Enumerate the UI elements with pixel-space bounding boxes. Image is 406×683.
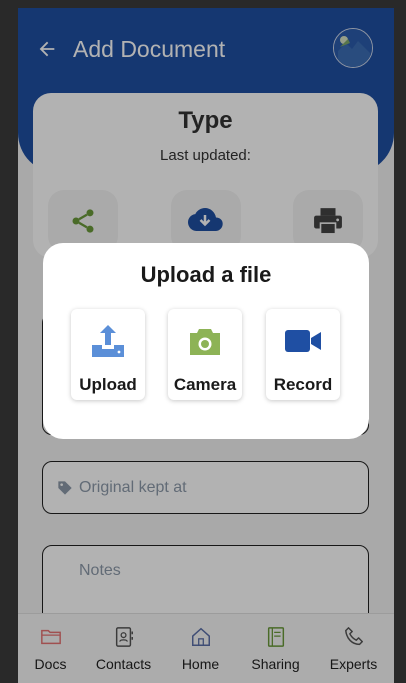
camera-option-label: Camera — [173, 375, 237, 394]
record-option-button[interactable]: Record — [266, 309, 340, 400]
upload-option-label: Upload — [79, 375, 137, 394]
camera-icon — [190, 329, 220, 355]
upload-icon — [92, 325, 124, 357]
dialog-title: Upload a file — [140, 262, 272, 287]
video-camera-icon — [285, 330, 321, 352]
upload-file-dialog: Upload a file Upload Camera Record — [43, 243, 369, 439]
upload-option-button[interactable]: Upload — [71, 309, 145, 400]
camera-option-button[interactable]: Camera — [168, 309, 242, 400]
record-option-label: Record — [273, 375, 333, 394]
